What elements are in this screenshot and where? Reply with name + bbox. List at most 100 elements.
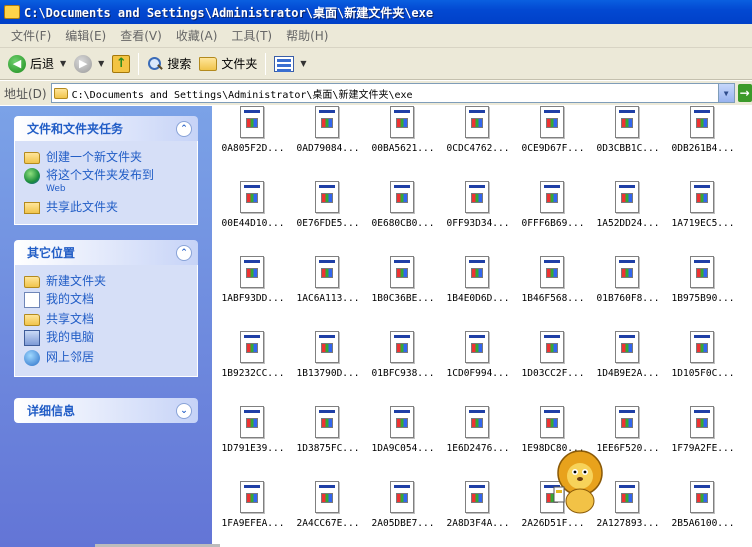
executable-file-icon — [615, 331, 639, 363]
collapse-icon[interactable]: ⌃ — [176, 244, 192, 261]
file-item[interactable]: 01BFC938... — [365, 331, 441, 403]
collapse-icon[interactable]: ⌃ — [176, 120, 192, 137]
executable-file-icon — [540, 256, 564, 288]
menu-view[interactable]: 查看(V) — [113, 27, 169, 44]
executable-file-icon — [390, 181, 414, 213]
address-input[interactable]: C:\Documents and Settings\Administrator\… — [50, 83, 735, 103]
place-network[interactable]: 网上邻居 — [24, 350, 191, 366]
file-item[interactable]: 1CD0F994... — [440, 331, 516, 403]
file-item[interactable]: 2A05DBE7... — [365, 481, 441, 547]
search-button[interactable]: 搜索 — [143, 51, 195, 77]
place-my-documents[interactable]: 我的文档 — [24, 292, 191, 308]
file-name: 1B9232CC... — [221, 368, 285, 379]
task-pane: 文件和文件夹任务 ⌃ 创建一个新文件夹 将这个文件夹发布到 Web 共享此文件夹 — [0, 106, 212, 547]
up-button[interactable]: ↑ — [108, 51, 134, 77]
menu-favorites[interactable]: 收藏(A) — [169, 27, 225, 44]
views-button[interactable]: ▼ — [270, 51, 310, 77]
file-item[interactable]: 0A805F2D... — [215, 106, 291, 178]
details-header[interactable]: 详细信息 ⌄ — [14, 398, 198, 423]
file-tasks-header[interactable]: 文件和文件夹任务 ⌃ — [14, 116, 198, 141]
place-shared-documents[interactable]: 共享文档 — [24, 312, 191, 326]
file-item[interactable]: 1B13790D... — [290, 331, 366, 403]
file-item[interactable]: 0CE9D67F... — [515, 106, 591, 178]
file-item[interactable]: 00E44D10... — [215, 181, 291, 253]
place-my-computer[interactable]: 我的电脑 — [24, 330, 191, 346]
file-item[interactable]: 1F79A2FE... — [665, 406, 741, 478]
executable-file-icon — [315, 106, 339, 138]
go-arrow-icon[interactable]: → — [737, 84, 752, 102]
other-places-header[interactable]: 其它位置 ⌃ — [14, 240, 198, 265]
executable-file-icon — [240, 256, 264, 288]
file-name: 01BFC938... — [371, 368, 435, 379]
shared-folder-icon — [24, 202, 40, 214]
place-label: 共享文档 — [46, 312, 95, 326]
file-name: 1ABF93DD... — [221, 293, 285, 304]
file-tasks-title: 文件和文件夹任务 — [27, 122, 124, 136]
file-item[interactable]: 0CDC4762... — [440, 106, 516, 178]
file-item[interactable]: 1D03CC2F... — [515, 331, 591, 403]
executable-file-icon — [315, 406, 339, 438]
executable-file-icon — [465, 181, 489, 213]
back-arrow-icon: ◀ — [8, 54, 26, 73]
executable-file-icon — [690, 331, 714, 363]
file-item[interactable]: 1AC6A113... — [290, 256, 366, 328]
file-item[interactable]: 1DA9C054... — [365, 406, 441, 478]
file-item[interactable]: 0E76FDE5... — [290, 181, 366, 253]
file-item[interactable]: 1B975B90... — [665, 256, 741, 328]
executable-file-icon — [465, 256, 489, 288]
back-button[interactable]: ◀ 后退 ▼ — [4, 51, 70, 77]
views-dropdown-icon[interactable]: ▼ — [300, 59, 306, 68]
executable-file-icon — [615, 106, 639, 138]
file-item[interactable]: 1B46F568... — [515, 256, 591, 328]
file-name: 1D105F0C... — [671, 368, 735, 379]
file-item[interactable]: 2A8D3F4A... — [440, 481, 516, 547]
forward-dropdown-icon[interactable]: ▼ — [98, 59, 104, 68]
title-bar: C:\Documents and Settings\Administrator\… — [0, 0, 752, 24]
menu-tools[interactable]: 工具(T) — [224, 27, 279, 44]
address-value[interactable]: C:\Documents and Settings\Administrator\… — [72, 86, 718, 101]
file-item[interactable]: 0FFF6B69... — [515, 181, 591, 253]
file-item[interactable]: 1A52DD24... — [590, 181, 666, 253]
file-item[interactable]: 1FA9EFEA... — [215, 481, 291, 547]
executable-file-icon — [240, 181, 264, 213]
file-name: 1B0C36BE... — [371, 293, 435, 304]
back-dropdown-icon[interactable]: ▼ — [60, 59, 66, 68]
office-assistant-lion-icon[interactable] — [550, 449, 608, 515]
file-item[interactable]: 01B760F8... — [590, 256, 666, 328]
menu-file[interactable]: 文件(F) — [4, 27, 58, 44]
forward-button[interactable]: ▶ ▼ — [70, 51, 108, 77]
folder-icon — [24, 276, 40, 288]
file-item[interactable]: 1D3875FC... — [290, 406, 366, 478]
task-new-folder[interactable]: 创建一个新文件夹 — [24, 150, 191, 164]
file-item[interactable]: 2A4CC67E... — [290, 481, 366, 547]
file-item[interactable]: 0AD79084... — [290, 106, 366, 178]
expand-icon[interactable]: ⌄ — [176, 402, 192, 419]
file-item[interactable]: 1E6D2476... — [440, 406, 516, 478]
file-item[interactable]: 1ABF93DD... — [215, 256, 291, 328]
file-item[interactable]: 0D3CBB1C... — [590, 106, 666, 178]
file-item[interactable]: 00BA5621... — [365, 106, 441, 178]
file-item[interactable]: 1D4B9E2A... — [590, 331, 666, 403]
file-item[interactable]: 0E680CB0... — [365, 181, 441, 253]
address-label: 地址(D) — [4, 86, 47, 101]
file-name: 1B46F568... — [521, 293, 585, 304]
file-item[interactable]: 1B4E0D6D... — [440, 256, 516, 328]
file-item[interactable]: 1D791E39... — [215, 406, 291, 478]
menu-help[interactable]: 帮助(H) — [279, 27, 335, 44]
executable-file-icon — [690, 256, 714, 288]
file-item[interactable]: 1D105F0C... — [665, 331, 741, 403]
file-item[interactable]: 0DB261B4... — [665, 106, 741, 178]
menu-edit[interactable]: 编辑(E) — [58, 27, 113, 44]
place-new-folder[interactable]: 新建文件夹 — [24, 274, 191, 288]
task-share-folder[interactable]: 共享此文件夹 — [24, 200, 191, 214]
file-item[interactable]: 1B0C36BE... — [365, 256, 441, 328]
file-item[interactable]: 1A719EC5... — [665, 181, 741, 253]
file-item[interactable]: 2B5A6100... — [665, 481, 741, 547]
file-item[interactable]: 1B9232CC... — [215, 331, 291, 403]
file-item[interactable]: 0FF93D34... — [440, 181, 516, 253]
address-dropdown-icon[interactable]: ▼ — [717, 84, 734, 102]
file-name: 0CE9D67F... — [521, 143, 585, 154]
task-publish-web[interactable]: 将这个文件夹发布到 Web — [24, 168, 191, 196]
place-label: 我的电脑 — [46, 330, 95, 344]
folders-button[interactable]: 文件夹 — [195, 51, 261, 77]
